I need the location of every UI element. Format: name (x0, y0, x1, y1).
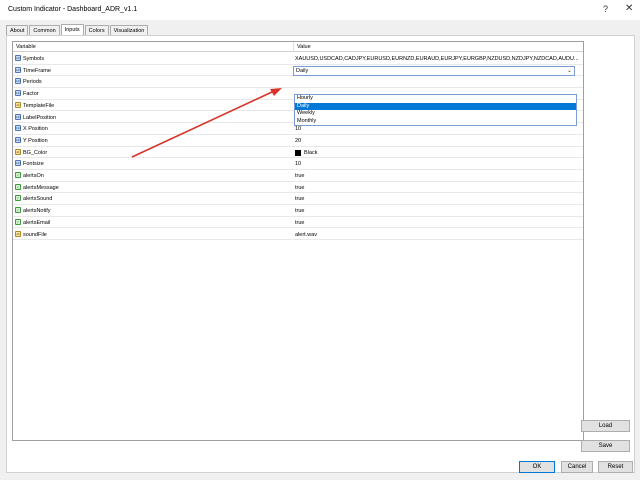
numeric-type-icon: 123 (15, 160, 22, 167)
numeric-type-icon: 123 (15, 113, 22, 120)
string-type-icon: ab (15, 148, 21, 155)
variable-value[interactable]: true (295, 173, 581, 179)
dialog-body: About Common Inputs Colors Visualization… (0, 20, 640, 480)
chevron-down-icon[interactable]: ⌄ (567, 67, 572, 74)
ok-button[interactable]: OK (519, 461, 555, 473)
help-icon[interactable]: ? (603, 4, 608, 14)
variable-value[interactable]: 10 (295, 126, 581, 132)
table-row[interactable]: ✓ alertsNotify true (13, 205, 583, 217)
cancel-button[interactable]: Cancel (561, 461, 593, 473)
table-row[interactable]: 123 TimeFrame Daily ⌄ (13, 65, 583, 77)
dropdown-option-monthly[interactable]: Monthly (295, 118, 576, 126)
variable-name: Periods (23, 79, 42, 86)
table-row[interactable]: ✓ alertsOn true (13, 170, 583, 182)
header-value: Value (297, 44, 311, 50)
variable-value[interactable]: Black (304, 150, 590, 156)
variable-name: LabelPosition (23, 114, 57, 121)
variable-name: alertsOn (23, 173, 44, 179)
dropdown-option-hourly[interactable]: Hourly (295, 95, 576, 103)
variable-name: soundFile (23, 231, 47, 238)
numeric-type-icon: 123 (15, 66, 22, 73)
variable-name: Y Position (23, 137, 48, 144)
close-icon[interactable]: ✕ (625, 3, 633, 14)
reset-button[interactable]: Reset (598, 461, 633, 473)
load-button[interactable]: Load (581, 420, 630, 432)
string-type-icon: ab (15, 230, 21, 237)
string-type-icon: ab (15, 101, 21, 108)
save-button[interactable]: Save (581, 440, 630, 452)
dropdown-option-daily[interactable]: Daily (295, 102, 576, 110)
timeframe-combo-value: Daily (296, 68, 309, 75)
variable-name: TemplateFile (23, 102, 55, 109)
table-row[interactable]: ✓ alertsMessage true (13, 182, 583, 194)
table-row[interactable]: ✓ alertsEmail true (13, 217, 583, 229)
header-separator (293, 42, 294, 52)
variable-value[interactable]: true (295, 208, 581, 214)
numeric-type-icon: 123 (15, 55, 22, 61)
numeric-type-icon: 123 (15, 78, 22, 85)
boolean-type-icon: ✓ (15, 195, 21, 202)
variable-name: alertsNotify (23, 208, 51, 215)
table-row[interactable]: ab BG_Color Black (13, 147, 583, 159)
title-bar: Custom Indicator - Dashboard_ADR_v1.1 ? … (0, 0, 640, 20)
variable-name: alertsMessage (23, 184, 59, 191)
variable-value[interactable]: 20 (295, 138, 581, 144)
variable-name: Factor (23, 91, 39, 98)
window-title: Custom Indicator - Dashboard_ADR_v1.1 (8, 6, 138, 13)
color-swatch (295, 149, 301, 156)
boolean-type-icon: ✓ (15, 172, 21, 178)
boolean-type-icon: ✓ (15, 183, 21, 190)
variable-value[interactable]: true (295, 185, 581, 191)
boolean-type-icon: ✓ (15, 218, 21, 225)
dropdown-option-weekly[interactable]: Weekly (295, 110, 576, 118)
table-row[interactable]: 123 Fontsize 10 (13, 158, 583, 170)
numeric-type-icon: 123 (15, 136, 22, 143)
numeric-type-icon: 123 (15, 125, 22, 132)
variable-name: Symbols (23, 56, 45, 62)
timeframe-dropdown-list[interactable]: Hourly Daily Weekly Monthly (294, 94, 577, 126)
variable-name: alertsEmail (23, 219, 51, 226)
variable-value[interactable]: alert.wav (295, 232, 581, 238)
variable-value[interactable]: true (295, 220, 581, 226)
variable-name: Fontsize (23, 161, 44, 168)
variable-value[interactable]: 10 (295, 161, 581, 167)
variable-value[interactable]: XAUUSD,USDCAD,CADJPY,EURUSD,EURNZD,EURAU… (295, 56, 581, 62)
table-row[interactable]: 123 Y Position 20 (13, 135, 583, 147)
boolean-type-icon: ✓ (15, 207, 21, 214)
variable-value[interactable]: true (295, 196, 581, 202)
table-row[interactable]: ab soundFile alert.wav (13, 229, 583, 241)
variable-name: BG_Color (23, 149, 48, 156)
numeric-type-icon: 123 (15, 90, 22, 97)
variable-name: alertsSound (23, 196, 53, 203)
table-row[interactable]: 123 Periods (13, 76, 583, 89)
variable-name: TimeFrame (23, 67, 51, 74)
header-variable: Variable (16, 44, 36, 50)
table-row[interactable]: 123 Symbols XAUUSD,USDCAD,CADJPY,EURUSD,EU… (13, 53, 583, 65)
variable-name: X Position (23, 126, 48, 133)
timeframe-combo[interactable]: Daily ⌄ (293, 65, 575, 76)
grid-header: Variable Value (13, 42, 583, 52)
table-row[interactable]: ✓ alertsSound true (13, 193, 583, 206)
